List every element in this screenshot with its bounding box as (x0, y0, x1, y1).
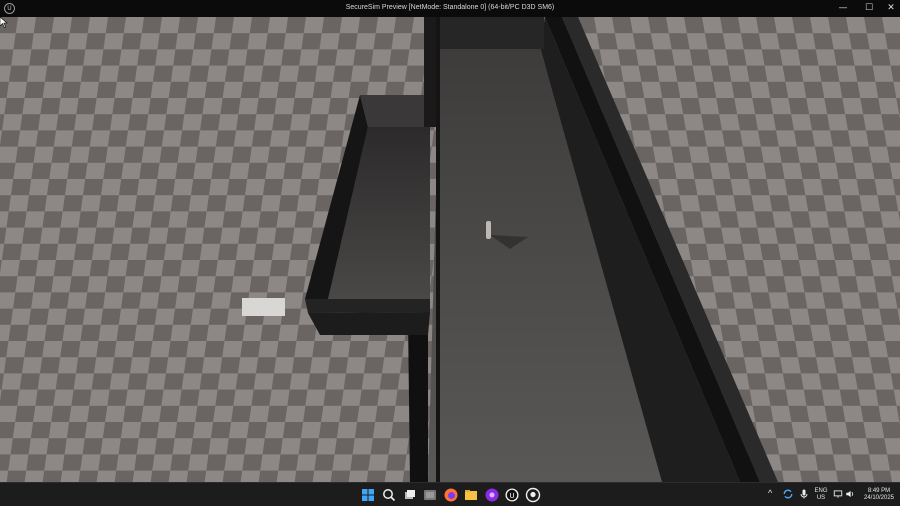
tray-overflow-chevron[interactable]: ^ (768, 488, 772, 506)
language-code: ENG (814, 488, 828, 494)
clock[interactable]: 8:49 PM 24/10/2025 (858, 488, 900, 506)
task-view-icon[interactable] (402, 487, 418, 503)
language-indicator[interactable]: ENG US (812, 488, 830, 506)
mouse-cursor-icon (0, 17, 8, 28)
window-title: SecureSim Preview [NetMode: Standalone 0… (345, 4, 555, 11)
volume-icon[interactable] (845, 489, 855, 499)
unreal-engine-icon[interactable]: U (504, 487, 520, 503)
windows-start-icon[interactable] (360, 487, 376, 503)
corridor-left-wall (436, 17, 440, 482)
network-icon[interactable] (833, 489, 843, 499)
clock-date: 24/10/2025 (863, 495, 895, 501)
region-code: US (816, 495, 826, 501)
file-explorer-icon[interactable] (463, 487, 479, 503)
minimize-button[interactable]: — (832, 0, 854, 17)
github-icon[interactable] (525, 487, 541, 503)
game-viewport[interactable] (0, 17, 900, 482)
scene-render (0, 17, 900, 482)
sync-icon[interactable] (782, 488, 794, 500)
close-button[interactable]: ✕ (880, 0, 900, 17)
player-character (486, 221, 491, 239)
platform-front-face (308, 312, 430, 335)
left-lower-wall (408, 317, 428, 482)
platform-tall-wall (424, 17, 436, 127)
microphone-icon[interactable] (798, 488, 810, 500)
search-icon[interactable] (381, 487, 397, 503)
platform-front-top (305, 299, 430, 313)
clock-time: 8:49 PM (867, 488, 891, 494)
purple-app-icon[interactable] (484, 487, 500, 503)
title-bar[interactable]: U SecureSim Preview [NetMode: Standalone… (0, 0, 900, 17)
maximize-button[interactable]: ☐ (858, 0, 880, 17)
platform-back (360, 95, 430, 127)
back-wall (436, 17, 544, 49)
taskbar: U ^ ENG US 8:49 PM 24/10/2025 (0, 482, 900, 506)
app-window-icon[interactable] (422, 487, 438, 503)
svg-text:U: U (509, 492, 514, 500)
pickup-box (242, 298, 285, 316)
firefox-icon[interactable] (443, 487, 459, 503)
